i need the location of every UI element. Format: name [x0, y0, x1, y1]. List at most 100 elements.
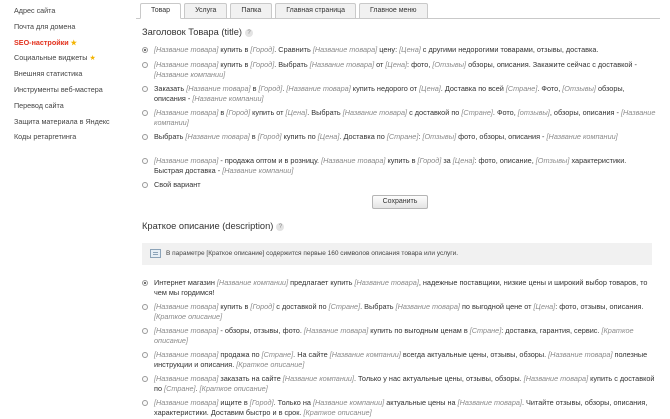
placeholder-token: [Название товара]: [548, 350, 613, 359]
radio-option[interactable]: [Название товара] ищите в [Город]. Тольк…: [142, 398, 657, 419]
radio-button[interactable]: [142, 62, 148, 68]
placeholder-token: [Название товара]: [457, 398, 522, 407]
sidebar-item[interactable]: Коды ретаргетинга: [14, 129, 126, 145]
placeholder-token: [Название компании]: [313, 398, 385, 407]
save-button[interactable]: Сохранить: [372, 195, 428, 209]
sidebar-item[interactable]: Почта для домена: [14, 19, 126, 35]
radio-option[interactable]: [Название товара] в [Город] купить от [Ц…: [142, 108, 657, 129]
radio-option-text: [Название товара] в [Город] купить от [Ц…: [142, 108, 657, 129]
radio-option-text: Свой вариант: [142, 180, 657, 190]
sidebar: Адрес сайта Почта для домена SEO-настройки…: [0, 0, 126, 145]
radio-option[interactable]: [Название товара] заказать на сайте [Наз…: [142, 374, 657, 395]
placeholder-token: [Название товара]: [354, 278, 419, 287]
placeholder-token: [Название товара]: [154, 156, 219, 165]
placeholder-token: [Стране]: [461, 108, 493, 117]
placeholder-token: [Город]: [257, 132, 282, 141]
option-text: . На сайте: [293, 350, 330, 359]
radio-option[interactable]: [Название товара] - обзоры, отзывы, фото…: [142, 326, 657, 347]
radio-button[interactable]: [142, 400, 148, 406]
radio-button[interactable]: [142, 158, 148, 164]
placeholder-token: [Название компании]: [222, 166, 294, 176]
placeholder-token: [Отзывы]: [422, 132, 457, 141]
option-text: . Выбрать: [360, 302, 396, 311]
placeholder-token: [Название товара]: [185, 132, 250, 141]
help-icon[interactable]: ?: [276, 223, 285, 231]
radio-button[interactable]: [142, 328, 148, 334]
placeholder-token: [Стране]: [469, 326, 502, 335]
option-text: купить в: [218, 45, 251, 54]
sidebar-item[interactable]: Внешняя статистика: [14, 66, 126, 82]
radio-option-text: Заказать [Название товара] в [Город]. [Н…: [142, 84, 657, 105]
option-text: купить недорого от: [350, 84, 420, 93]
option-text: . Доставка по всей: [440, 84, 506, 93]
sidebar-item[interactable]: Защита материала в Яндекс: [14, 114, 126, 130]
placeholder-token: [Цена]: [452, 156, 475, 165]
radio-option[interactable]: [Название товара] купить в [Город] с дос…: [142, 302, 657, 323]
radio-option[interactable]: [Название товара] продажа по [Стране]. Н…: [142, 350, 657, 371]
placeholder-token: [Краткое описание]: [199, 384, 268, 394]
option-text: - продажа оптом и в розницу.: [218, 156, 322, 165]
sidebar-item-label: SEO-настройки: [14, 37, 69, 47]
radio-button[interactable]: [142, 86, 148, 92]
option-text: купить в: [218, 60, 251, 69]
placeholder-token: [Название компании]: [282, 374, 354, 383]
placeholder-token: [Цена]: [385, 60, 408, 69]
option-text: . Фото,: [537, 84, 563, 93]
option-text: по выгодной цене от: [459, 302, 534, 311]
option-text: . Сравнить: [274, 45, 313, 54]
radio-option[interactable]: [Название товара] купить в [Город]. Выбр…: [142, 60, 657, 81]
radio-button[interactable]: [142, 182, 148, 188]
placeholder-token: [Отзывы]: [432, 60, 467, 69]
option-text: : фото, отзывы, описания.: [555, 302, 644, 311]
radio-button[interactable]: [142, 304, 148, 310]
option-text: заказать на сайте: [218, 374, 283, 383]
tab-item[interactable]: Услуга: [184, 3, 228, 19]
option-text: от: [374, 60, 386, 69]
radio-option[interactable]: Заказать [Название товара] в [Город]. [Н…: [142, 84, 657, 105]
tab-item[interactable]: Главная страница: [275, 3, 357, 19]
radio-option[interactable]: Свой вариант: [142, 180, 657, 190]
option-text: обзоры, описания. Закажите сейчас с дост…: [466, 60, 637, 69]
placeholder-token: [Краткое описание]: [303, 408, 372, 418]
placeholder-token: [Название товара]: [154, 350, 219, 359]
title-heading-text: Заголовок Товара (title): [142, 27, 243, 37]
radio-option-text: [Название товара] продажа по [Стране]. Н…: [142, 350, 657, 371]
radio-button[interactable]: [142, 280, 148, 286]
help-icon[interactable]: ?: [245, 29, 254, 37]
radio-button[interactable]: [142, 134, 148, 140]
radio-option[interactable]: Интернет магазин [Название компании] пре…: [142, 278, 657, 299]
tab-item[interactable]: Главное меню: [359, 3, 428, 19]
radio-option[interactable]: [Название товара] - продажа оптом и в ро…: [142, 156, 657, 177]
placeholder-token: [Отзывы]: [535, 156, 570, 165]
radio-option[interactable]: [Название товара] купить в [Город]. Срав…: [142, 45, 657, 55]
sidebar-item[interactable]: Адрес сайта: [14, 3, 126, 19]
radio-button[interactable]: [142, 376, 148, 382]
main-content: Товар Услуга Папка Главная страница Главное …: [136, 0, 670, 419]
option-text: в: [250, 84, 259, 93]
radio-button[interactable]: [142, 110, 148, 116]
placeholder-token: [Название товара]: [154, 326, 219, 335]
placeholder-token: [Город]: [250, 45, 275, 54]
radio-button[interactable]: [142, 352, 148, 358]
placeholder-token: [Название товара]: [342, 108, 408, 117]
placeholder-token: [Стране]: [164, 384, 196, 394]
sidebar-item[interactable]: SEO-настройки ★: [14, 35, 126, 51]
sidebar-item[interactable]: Перевод сайта: [14, 98, 126, 114]
option-text: фото, обзоры, описания -: [456, 132, 547, 141]
option-text: в: [249, 132, 258, 141]
placeholder-token: [Название товара]: [312, 45, 378, 54]
placeholder-token: [Название товара]: [154, 60, 219, 69]
radio-option[interactable]: Выбрать [Название товара] в [Город] купи…: [142, 132, 657, 142]
info-note: В параметре [Краткое описание] содержитс…: [142, 243, 652, 265]
sidebar-item[interactable]: Социальные виджеты ★: [14, 50, 126, 66]
placeholder-token: [Город]: [249, 398, 274, 407]
placeholder-token: [Название компании]: [546, 132, 618, 141]
tab-item[interactable]: Товар: [140, 3, 182, 19]
placeholder-token: [Название товара]: [154, 45, 219, 54]
tab-item[interactable]: Папка: [230, 3, 273, 19]
sidebar-item-label: Адрес сайта: [14, 6, 56, 15]
sidebar-item[interactable]: Инструменты веб-мастера: [14, 82, 126, 98]
option-text: с доставкой по: [407, 108, 462, 117]
placeholder-token: [Город]: [258, 84, 283, 93]
radio-button[interactable]: [142, 47, 148, 53]
